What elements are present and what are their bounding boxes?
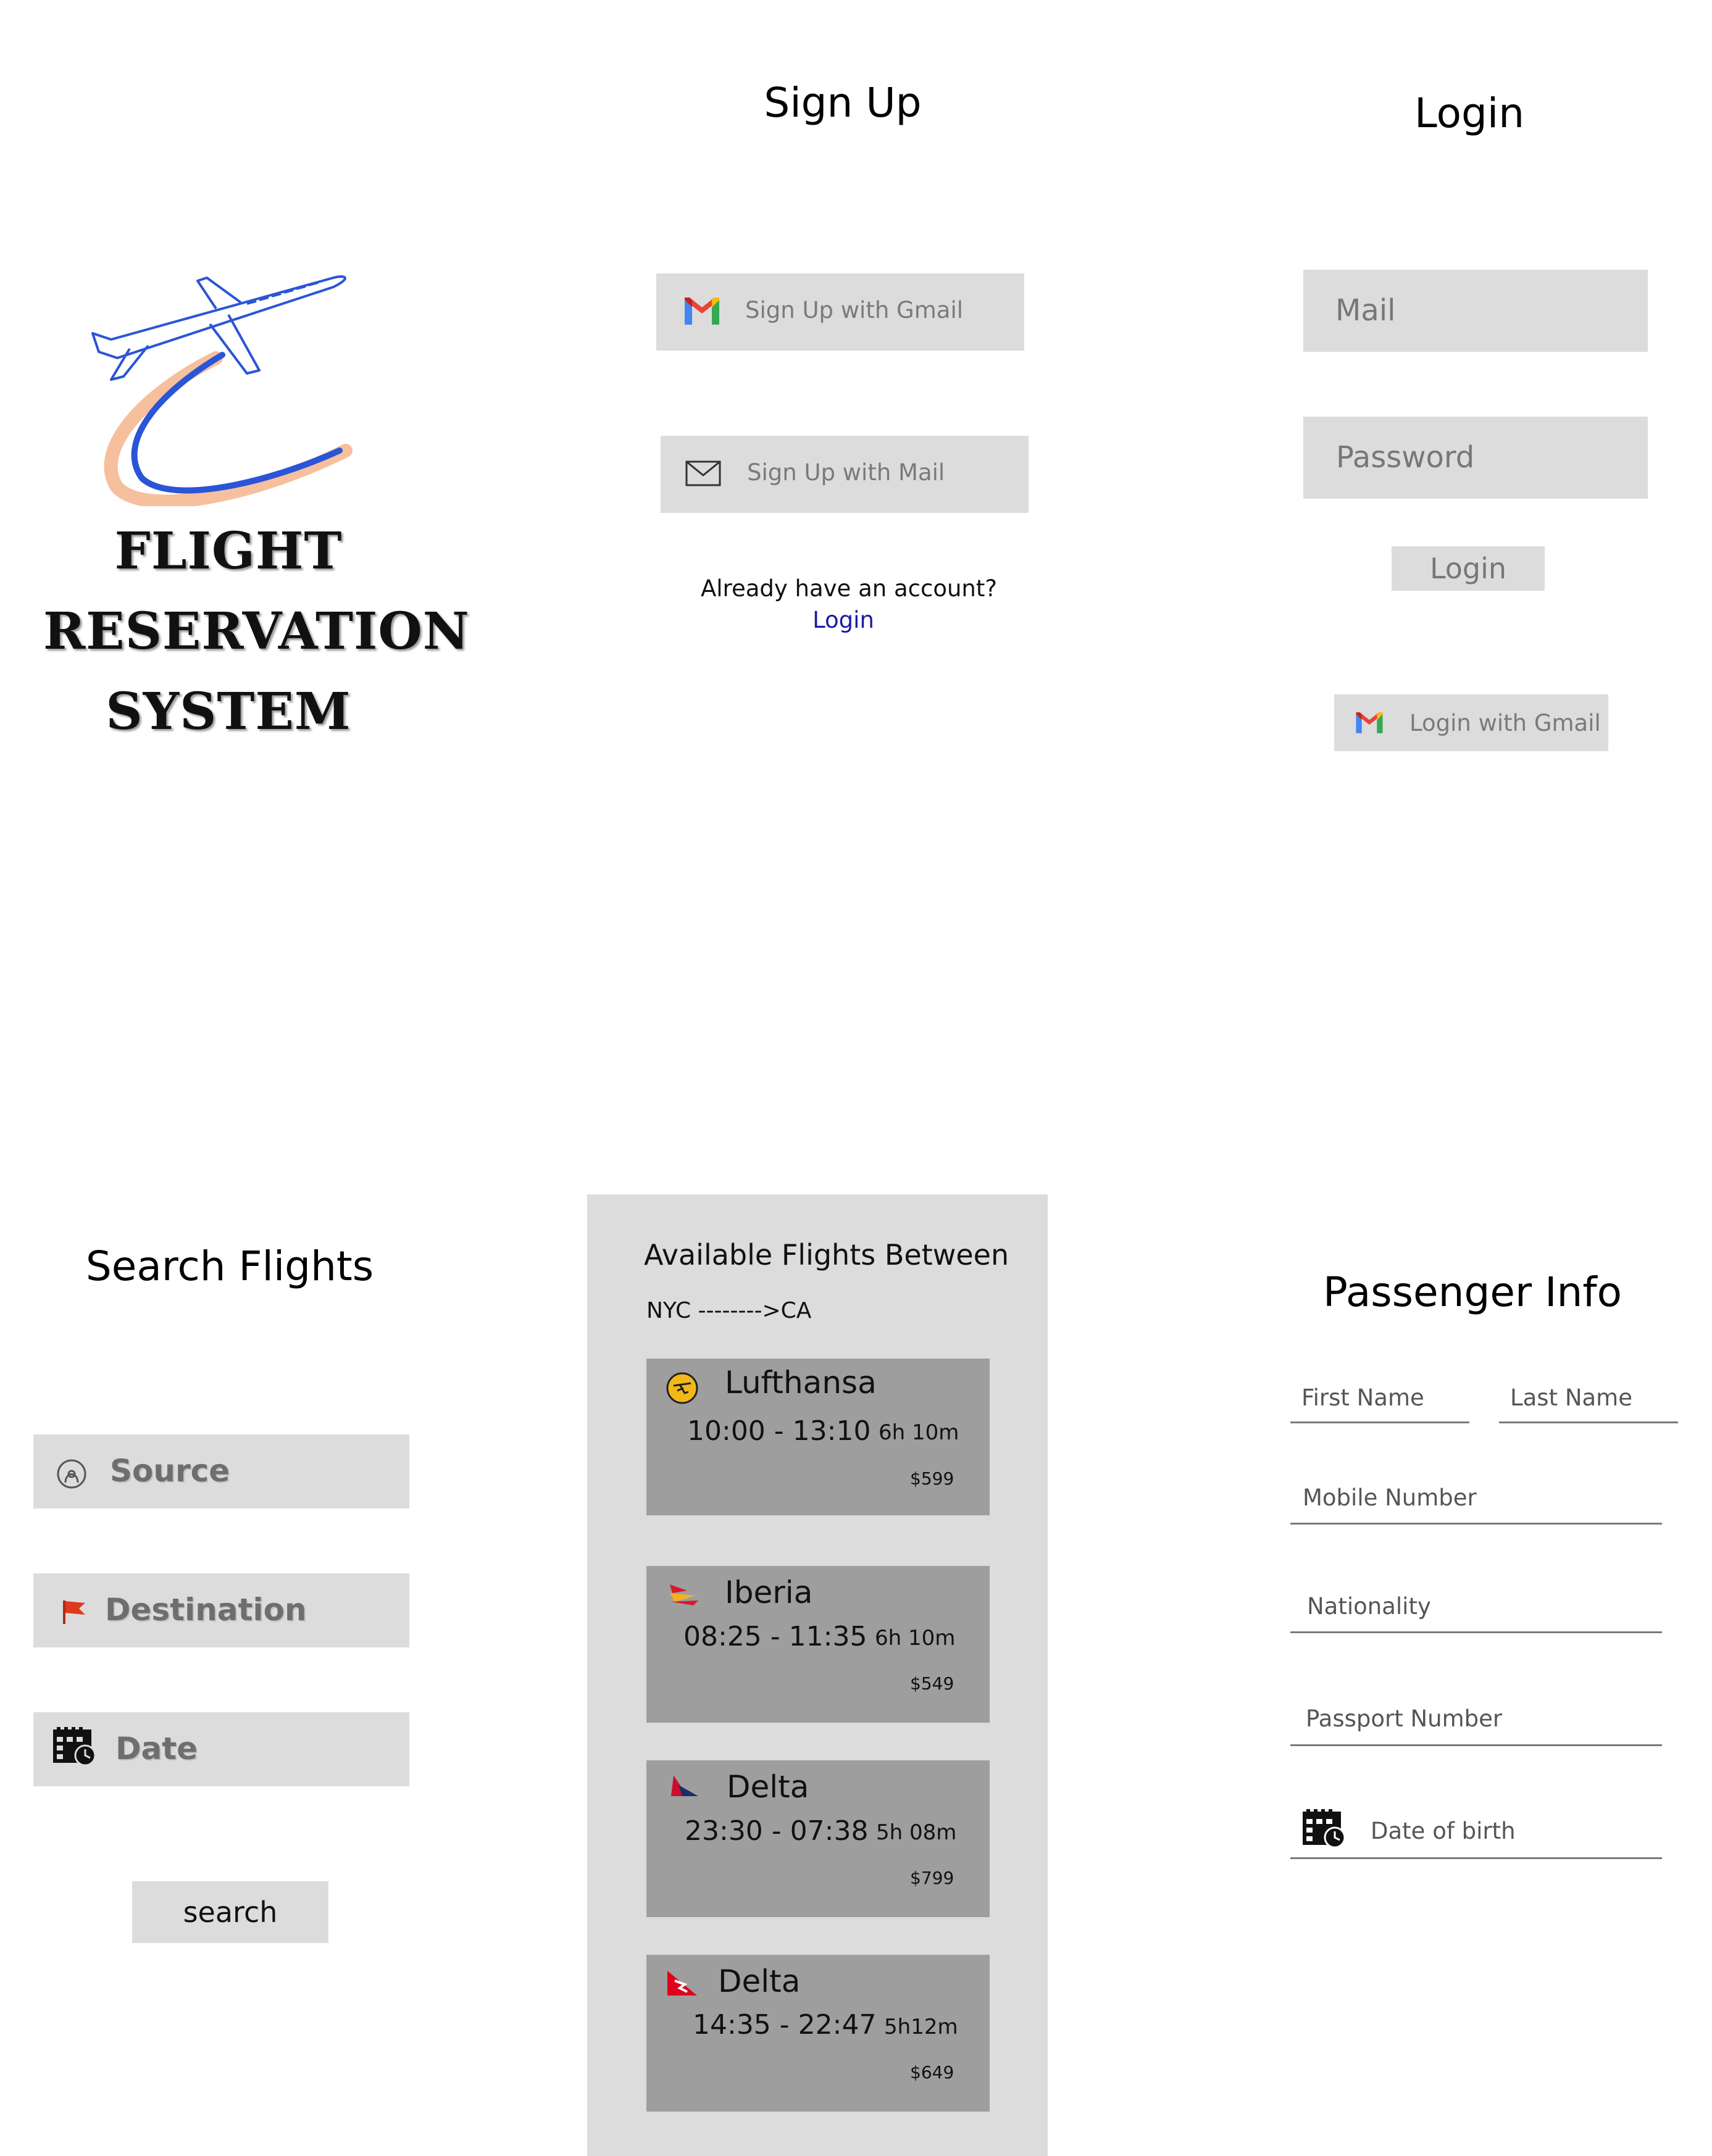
signup-mail-button[interactable]: Sign Up with Mail bbox=[661, 436, 1029, 513]
flight-card[interactable]: Lufthansa 10:00 - 13:10 6h 10m $599 bbox=[646, 1359, 990, 1515]
destination-input[interactable]: Destination bbox=[33, 1573, 409, 1647]
flight-duration: 5h12m bbox=[884, 2015, 958, 2039]
date-input[interactable]: Date bbox=[33, 1712, 409, 1786]
brand-title-line3: SYSTEM bbox=[106, 682, 351, 741]
login-gmail-button[interactable]: Login with Gmail bbox=[1334, 694, 1608, 751]
already-account-text: Already have an account? bbox=[700, 575, 998, 602]
airline-name: Delta bbox=[727, 1769, 809, 1805]
login-title: Login bbox=[1414, 89, 1525, 137]
signup-gmail-label: Sign Up with Gmail bbox=[745, 297, 963, 323]
delta-logo-icon bbox=[671, 1775, 698, 1796]
flag-icon bbox=[63, 1600, 85, 1624]
flight-price: $799 bbox=[910, 1868, 954, 1888]
last-name-input[interactable]: Last Name bbox=[1499, 1378, 1678, 1423]
first-name-input[interactable]: First Name bbox=[1290, 1378, 1469, 1423]
mobile-number-placeholder: Mobile Number bbox=[1303, 1484, 1477, 1511]
flights-route: NYC -------->CA bbox=[646, 1298, 812, 1323]
signup-mail-label: Sign Up with Mail bbox=[747, 459, 945, 486]
login-password-input[interactable]: Password bbox=[1303, 417, 1648, 499]
flight-price: $599 bbox=[910, 1468, 954, 1489]
flight-times: 10:00 - 13:10 bbox=[687, 1415, 871, 1447]
login-mail-input[interactable]: Mail bbox=[1303, 270, 1648, 352]
flight-card[interactable]: Iberia 08:25 - 11:35 6h 10m $549 bbox=[646, 1566, 990, 1723]
signup-login-link[interactable]: Login bbox=[751, 607, 936, 633]
calendar-clock-icon bbox=[1303, 1809, 1346, 1849]
source-label: Source bbox=[110, 1453, 230, 1489]
passport-number-input[interactable]: Passport Number bbox=[1290, 1699, 1662, 1746]
search-button-label: search bbox=[183, 1896, 278, 1929]
airline-name: Lufthansa bbox=[725, 1365, 877, 1401]
qantas-logo-icon bbox=[667, 1971, 697, 1996]
flight-price: $649 bbox=[910, 2062, 954, 2083]
iberia-logo-icon bbox=[670, 1584, 698, 1605]
login-mail-placeholder: Mail bbox=[1335, 293, 1396, 328]
source-input[interactable]: Source bbox=[33, 1434, 409, 1509]
destination-label: Destination bbox=[105, 1592, 307, 1628]
date-of-birth-input[interactable]: Date of birth bbox=[1290, 1799, 1662, 1859]
brand-title-line1: FLIGHT bbox=[114, 522, 343, 581]
date-label: Date bbox=[115, 1731, 198, 1767]
gmail-icon bbox=[685, 298, 719, 325]
brand-logo bbox=[74, 247, 389, 509]
flights-heading: Available Flights Between bbox=[644, 1238, 1009, 1272]
gmail-icon bbox=[1356, 712, 1383, 733]
mobile-number-input[interactable]: Mobile Number bbox=[1290, 1478, 1662, 1525]
nationality-input[interactable]: Nationality bbox=[1290, 1587, 1662, 1633]
airline-name: Delta bbox=[718, 1963, 801, 1999]
search-button[interactable]: search bbox=[132, 1881, 328, 1943]
signup-title: Sign Up bbox=[764, 79, 922, 127]
calendar-clock-icon bbox=[53, 1727, 96, 1767]
first-name-placeholder: First Name bbox=[1301, 1384, 1424, 1411]
flight-card[interactable]: Delta 23:30 - 07:38 5h 08m $799 bbox=[646, 1760, 990, 1917]
login-submit-label: Login bbox=[1429, 552, 1507, 585]
flight-card[interactable]: Delta 14:35 - 22:47 5h12m $649 bbox=[646, 1955, 990, 2112]
nationality-placeholder: Nationality bbox=[1307, 1593, 1431, 1620]
login-submit-button[interactable]: Login bbox=[1392, 546, 1545, 591]
lufthansa-logo-icon bbox=[666, 1372, 698, 1404]
last-name-placeholder: Last Name bbox=[1510, 1384, 1632, 1411]
flight-times: 08:25 - 11:35 bbox=[683, 1621, 867, 1652]
login-password-placeholder: Password bbox=[1336, 440, 1475, 475]
passport-number-placeholder: Passport Number bbox=[1306, 1705, 1503, 1732]
flight-duration: 6h 10m bbox=[875, 1626, 956, 1650]
search-title: Search Flights bbox=[85, 1242, 374, 1290]
flight-price: $549 bbox=[910, 1673, 954, 1694]
date-of-birth-placeholder: Date of birth bbox=[1371, 1818, 1516, 1844]
location-pin-icon bbox=[57, 1459, 86, 1489]
brand-title-line2: RESERVATION bbox=[43, 602, 470, 661]
flight-duration: 6h 10m bbox=[879, 1420, 959, 1445]
mail-envelope-icon bbox=[685, 460, 721, 486]
passenger-title: Passenger Info bbox=[1322, 1268, 1622, 1316]
flight-times: 23:30 - 07:38 bbox=[685, 1815, 869, 1847]
airline-name: Iberia bbox=[725, 1575, 813, 1610]
flight-duration: 5h 08m bbox=[876, 1820, 957, 1845]
login-gmail-label: Login with Gmail bbox=[1409, 710, 1601, 736]
airplane-logo-icon bbox=[91, 275, 353, 509]
signup-gmail-button[interactable]: Sign Up with Gmail bbox=[656, 273, 1024, 351]
flight-times: 14:35 - 22:47 bbox=[693, 2009, 877, 2041]
